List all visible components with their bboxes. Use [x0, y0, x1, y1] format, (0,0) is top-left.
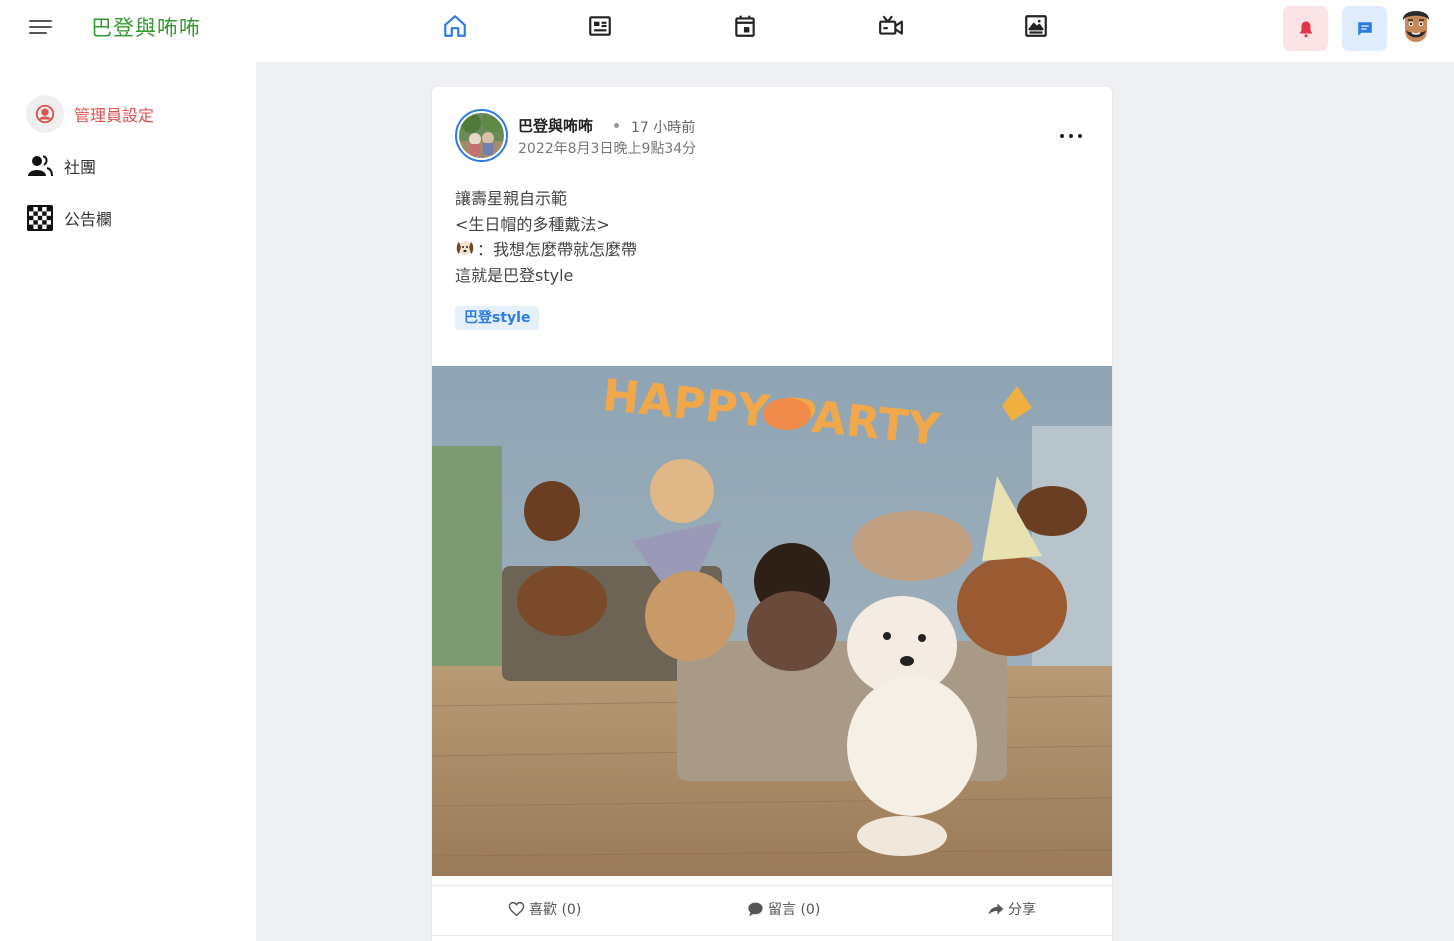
- sidebar: 管理員設定 社團 公告欄: [0, 62, 256, 941]
- news-icon[interactable]: [586, 12, 614, 40]
- post-author-name[interactable]: 巴登與咘咘: [518, 115, 593, 136]
- post-line: 讓壽星親自示範: [455, 189, 568, 208]
- post-hashtag[interactable]: 巴登style: [455, 306, 540, 330]
- more-options-icon[interactable]: [1060, 131, 1082, 141]
- group-icon: [26, 152, 54, 180]
- like-button[interactable]: 喜歡 (0): [508, 899, 581, 919]
- checkerboard-icon: [26, 204, 54, 232]
- photo-gallery-icon[interactable]: [1022, 12, 1050, 40]
- user-circle-icon: [26, 95, 64, 133]
- comment-label: 留言 (0): [768, 902, 821, 918]
- sidebar-item-label: 公告欄: [64, 210, 113, 229]
- chat-icon: [1357, 21, 1372, 36]
- like-label: 喜歡 (0): [529, 902, 582, 918]
- messages-button[interactable]: [1342, 6, 1387, 51]
- post-timestamp: 2022年8月3日晚上9點34分: [518, 141, 697, 157]
- sidebar-item-label: 社團: [64, 158, 97, 177]
- sidebar-item-groups[interactable]: 社團: [26, 152, 96, 180]
- menu-icon[interactable]: [29, 18, 53, 38]
- post-line: 這就是巴登style: [455, 265, 574, 285]
- divider: [432, 885, 1112, 886]
- dog-emoji-icon: [455, 238, 475, 258]
- share-icon: [988, 903, 1004, 915]
- home-icon[interactable]: [441, 12, 469, 40]
- separator-dot: [614, 123, 619, 128]
- share-button[interactable]: 分享: [988, 899, 1036, 919]
- bell-icon: [1299, 21, 1312, 37]
- post-line: ：我想怎麼帶就怎麼帶: [477, 240, 638, 259]
- post-body: 讓壽星親自示範 <生日帽的多種戴法> ：我想怎麼帶就怎麼帶 這就是巴登style: [455, 186, 637, 288]
- sidebar-item-bulletin-board[interactable]: 公告欄: [26, 204, 112, 232]
- post-photo[interactable]: HAPPY PARTY: [432, 366, 1112, 876]
- sidebar-item-admin-settings[interactable]: 管理員設定: [26, 95, 154, 133]
- sidebar-item-label: 管理員設定: [74, 106, 155, 125]
- top-bar: 巴登與咘咘: [0, 0, 1454, 62]
- heart-icon: [508, 901, 525, 917]
- brand-title[interactable]: 巴登與咘咘: [91, 12, 201, 42]
- comment-button[interactable]: 留言 (0): [747, 899, 820, 919]
- post-author-avatar[interactable]: [455, 109, 508, 162]
- user-avatar[interactable]: [1400, 6, 1432, 44]
- post-line-with-emoji: ：我想怎麼帶就怎麼帶: [455, 237, 637, 263]
- post-line: <生日帽的多種戴法>: [455, 214, 610, 234]
- share-label: 分享: [1008, 902, 1036, 918]
- notifications-button[interactable]: [1283, 6, 1328, 51]
- post-relative-time: 17 小時前: [631, 120, 696, 136]
- video-icon[interactable]: [877, 12, 905, 40]
- comment-icon: [748, 902, 763, 917]
- divider: [432, 935, 1112, 936]
- post-card: 巴登與咘咘 17 小時前 2022年8月3日晚上9點34分 讓壽星親自示範 <生…: [432, 87, 1112, 941]
- calendar-icon[interactable]: [731, 12, 759, 40]
